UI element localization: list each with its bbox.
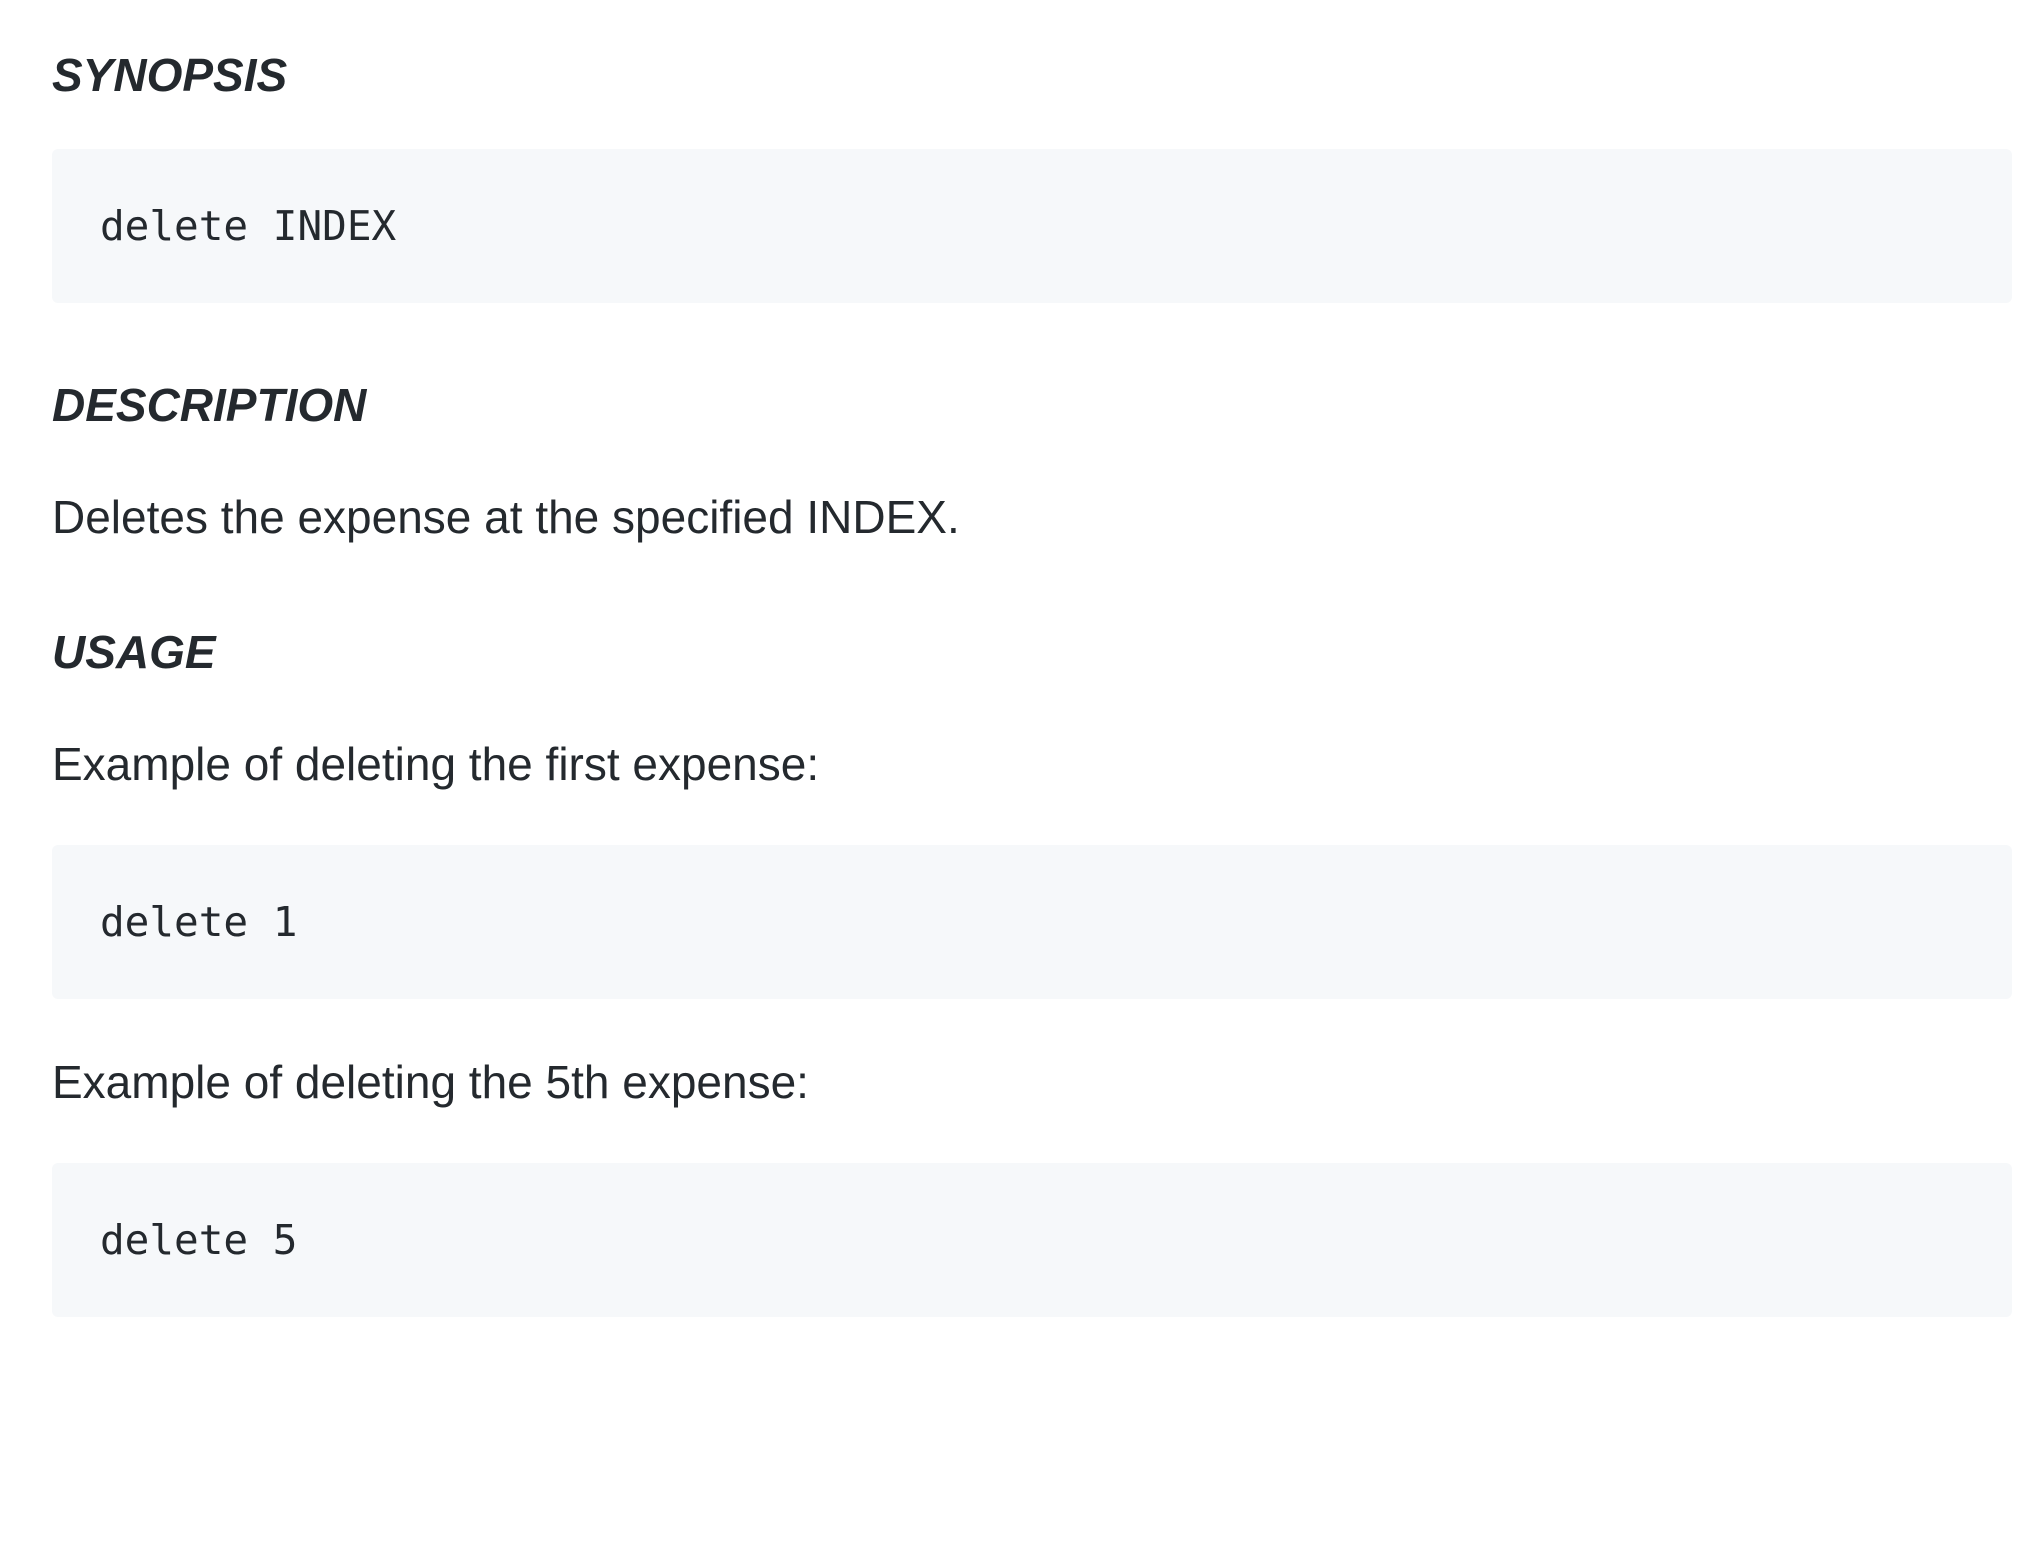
usage-example-caption: Example of deleting the first expense:: [52, 738, 820, 790]
usage-heading: USAGE: [52, 626, 216, 678]
usage-example-code-block: delete 1: [52, 845, 2012, 999]
description-heading: DESCRIPTION: [52, 379, 367, 431]
usage-example-code: delete 5: [100, 1216, 298, 1264]
usage-example-code-block: delete 5: [52, 1163, 2012, 1317]
synopsis-code-block: delete INDEX: [52, 149, 2012, 303]
synopsis-heading: SYNOPSIS: [52, 49, 288, 101]
usage-example-caption: Example of deleting the 5th expense:: [52, 1056, 809, 1108]
description-text: Deletes the expense at the specified IND…: [52, 491, 960, 543]
synopsis-code: delete INDEX: [100, 202, 397, 250]
usage-example-code: delete 1: [100, 898, 298, 946]
